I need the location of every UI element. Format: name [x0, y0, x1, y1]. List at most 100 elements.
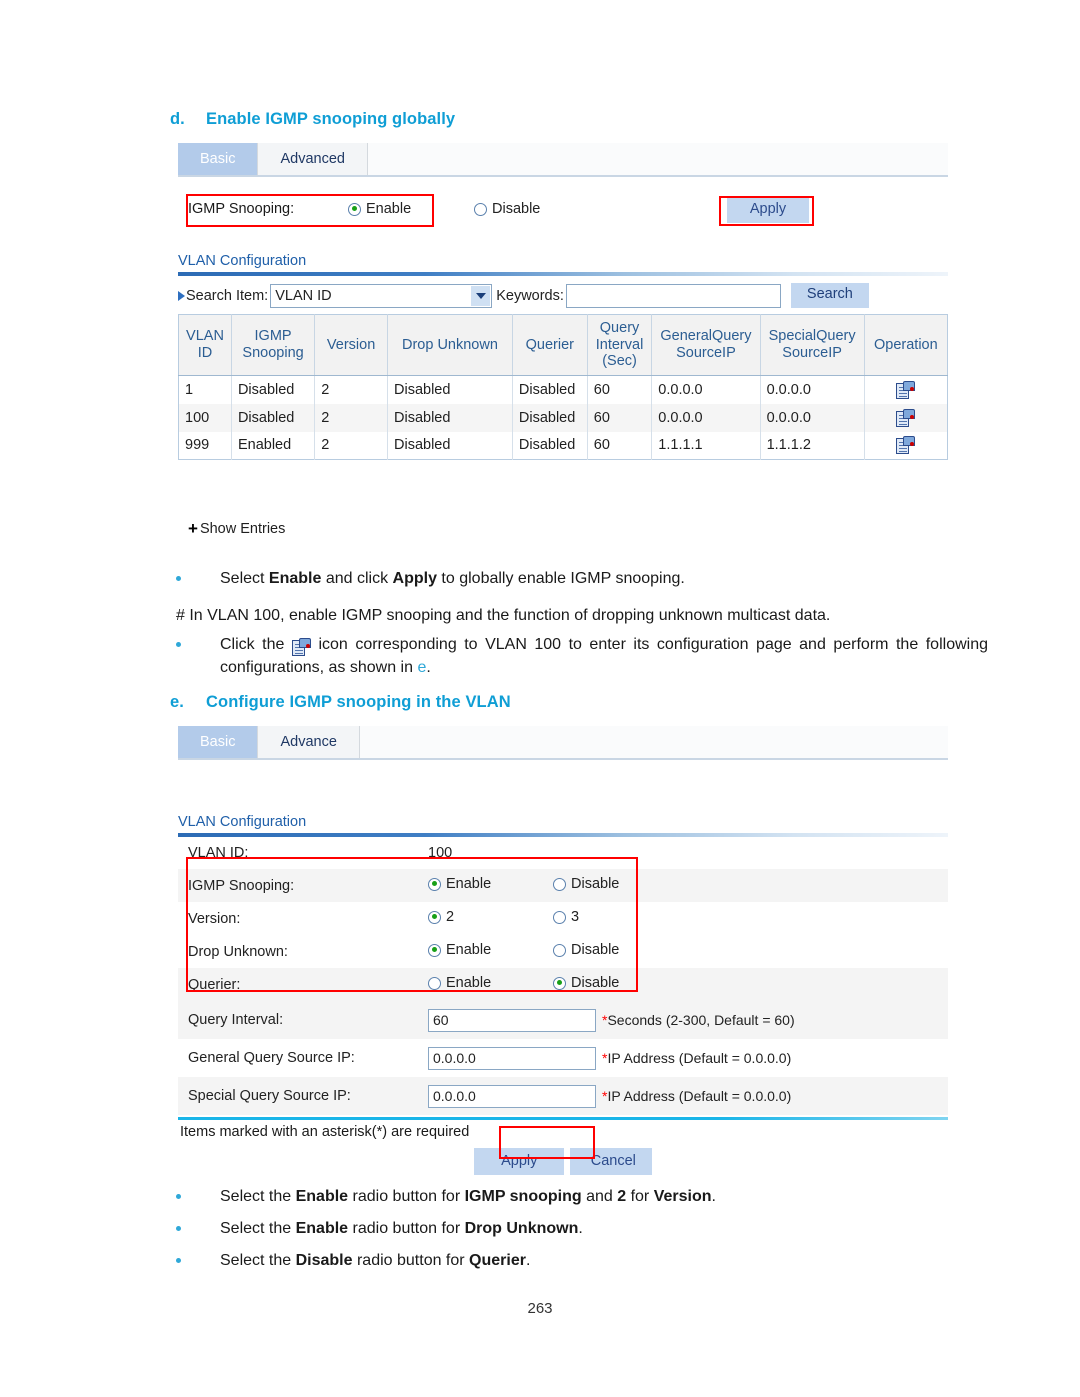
- bullet-text-post: icon corresponding to VLAN 100 to enter …: [220, 636, 988, 676]
- radio-dot-drop-disable: [553, 943, 566, 957]
- paragraph-text: # In VLAN 100, enable IGMP snooping and …: [176, 607, 831, 624]
- radio-group-igmp-snooping-enable[interactable]: Enable: [428, 876, 553, 895]
- bullet-text: Select the Enable radio button for IGMP …: [220, 1188, 716, 1205]
- radio-group-querier-disable[interactable]: Disable: [553, 975, 678, 994]
- bullet-dot: [176, 1226, 181, 1231]
- field-version: Version: 2 3: [178, 902, 948, 935]
- th-operation: Operation: [864, 314, 948, 377]
- bullet-dot: [176, 1258, 181, 1263]
- show-entries-toggle[interactable]: + Show Entries: [188, 520, 285, 537]
- config-icon[interactable]: [896, 436, 916, 455]
- vlan-table-header-row: VLAN ID IGMP Snooping Version Drop Unkno…: [178, 314, 948, 377]
- special-query-source-ip-input[interactable]: 0.0.0.0: [428, 1084, 596, 1108]
- bullet-dot: [176, 642, 181, 647]
- radio-group-igmp-snooping-disable[interactable]: Disable: [553, 876, 678, 895]
- config-icon: [291, 637, 311, 656]
- th-version: Version: [314, 314, 389, 377]
- table-row: 1 Disabled 2 Disabled Disabled 60 0.0.0.…: [178, 375, 948, 404]
- cell-query-interval: 60: [587, 403, 653, 432]
- search-button[interactable]: Search: [790, 283, 869, 308]
- radio-dot-version-2: [428, 910, 441, 924]
- vlan-configuration-section: VLAN Configuration Search Item: VLAN ID …: [178, 253, 948, 461]
- panel1-tabstrip: Basic Advanced: [178, 143, 948, 177]
- radio-label-version-2: 2: [446, 909, 455, 926]
- cell-drop-unknown: Disabled: [387, 431, 513, 460]
- search-item-label: Search Item:: [186, 287, 269, 304]
- field-label-drop-unknown: Drop Unknown:: [188, 943, 288, 960]
- cell-vlan-id: 1: [178, 375, 232, 404]
- cancel-button-vlan[interactable]: Cancel: [569, 1148, 652, 1175]
- cell-vlan-id: 999: [178, 431, 232, 460]
- cell-drop-unknown: Disabled: [387, 375, 513, 404]
- radio-label-igmp-disable: Disable: [571, 876, 620, 893]
- field-label-igmp-snooping: IGMP Snooping:: [188, 877, 295, 894]
- panel2-tabstrip: Basic Advance: [178, 726, 948, 760]
- apply-button-global[interactable]: Apply: [727, 196, 809, 223]
- radio-group-drop-unknown-disable[interactable]: Disable: [553, 942, 678, 961]
- radio-group-querier-enable[interactable]: Enable: [428, 975, 553, 994]
- field-vlan-id: VLAN ID: 100: [178, 837, 948, 869]
- search-item-select[interactable]: VLAN ID: [270, 283, 493, 308]
- keywords-input[interactable]: [565, 283, 781, 308]
- query-interval-hint: *Seconds (2-300, Default = 60): [602, 1012, 795, 1028]
- vlan-igmp-config-panel: Basic Advance VLAN Configuration VLAN ID…: [178, 726, 948, 1175]
- cell-general-query-source-ip: 1.1.1.1: [651, 431, 761, 460]
- th-special-query-source-ip: SpecialQuery SourceIP: [760, 314, 865, 377]
- bullet-select-enable-igmp: Select the Enable radio button for IGMP …: [176, 1186, 976, 1209]
- paragraph-vlan100-note: # In VLAN 100, enable IGMP snooping and …: [176, 605, 986, 628]
- cell-general-query-source-ip: 0.0.0.0: [651, 375, 761, 404]
- radio-dot-querier-disable: [553, 976, 566, 990]
- tabstrip-filler-2: [359, 726, 948, 758]
- plus-icon: +: [188, 519, 198, 538]
- config-icon[interactable]: [896, 408, 916, 427]
- radio-group-version-3[interactable]: 3: [553, 909, 678, 928]
- tab-advanced[interactable]: Advanced: [258, 143, 368, 175]
- field-general-query-source-ip: General Query Source IP: 0.0.0.0 *IP Add…: [178, 1039, 948, 1077]
- field-label-querier: Querier:: [188, 976, 241, 993]
- radio-label-drop-disable: Disable: [571, 942, 620, 959]
- cell-querier: Disabled: [512, 431, 588, 460]
- tab-advance-2[interactable]: Advance: [258, 726, 360, 758]
- cell-version: 2: [314, 375, 389, 404]
- bullet-text: Select the Disable radio button for Quer…: [220, 1252, 531, 1269]
- general-query-source-ip-input[interactable]: 0.0.0.0: [428, 1046, 596, 1070]
- th-query-interval: Query Interval (Sec): [587, 314, 653, 377]
- field-igmp-snooping: IGMP Snooping: Enable Disable: [178, 869, 948, 902]
- chevron-down-icon[interactable]: [471, 285, 491, 306]
- igmp-global-panel: Basic Advanced IGMP Snooping: Enable Dis…: [178, 143, 948, 495]
- cell-special-query-source-ip: 0.0.0.0: [760, 375, 865, 404]
- igmp-global-disable-radio[interactable]: Disable: [474, 201, 540, 217]
- search-item-selected-value: VLAN ID: [275, 287, 332, 304]
- cell-vlan-id: 100: [178, 403, 232, 432]
- radio-group-drop-unknown-enable[interactable]: Enable: [428, 942, 553, 961]
- tab-basic-2[interactable]: Basic: [178, 726, 259, 758]
- radio-group-version-2[interactable]: 2: [428, 909, 553, 928]
- radio-dot-version-3: [553, 910, 566, 924]
- bullet-text: Select Enable and click Apply to globall…: [220, 570, 685, 587]
- show-entries-label: Show Entries: [199, 520, 286, 537]
- vlan-table-body: 1 Disabled 2 Disabled Disabled 60 0.0.0.…: [178, 375, 948, 460]
- radio-dot-disable: [474, 202, 487, 216]
- tabstrip-filler: [367, 143, 948, 175]
- apply-button-vlan[interactable]: Apply: [474, 1148, 565, 1175]
- igmp-global-enable-radio[interactable]: Enable: [348, 201, 411, 217]
- query-interval-hint-text: Seconds (2-300, Default = 60): [607, 1012, 795, 1028]
- radio-label-version-3: 3: [571, 909, 580, 926]
- radio-label-querier-enable: Enable: [446, 975, 492, 992]
- th-querier: Querier: [512, 314, 588, 377]
- field-drop-unknown: Drop Unknown: Enable Disable: [178, 935, 948, 968]
- radio-dot-enable: [348, 202, 361, 216]
- cell-operation: [864, 432, 947, 460]
- special-query-ip-hint: *IP Address (Default = 0.0.0.0): [602, 1088, 792, 1104]
- tab-basic[interactable]: Basic: [178, 143, 259, 175]
- field-query-interval: Query Interval: 60 *Seconds (2-300, Defa…: [178, 1001, 948, 1039]
- section-d-title: Enable IGMP snooping globally: [206, 110, 456, 128]
- field-querier: Querier: Enable Disable: [178, 968, 948, 1001]
- document-page: d. Enable IGMP snooping globally Basic Ad…: [0, 0, 1080, 1397]
- search-row: Search Item: VLAN ID Keywords: Search: [178, 283, 948, 308]
- radio-label-drop-enable: Enable: [446, 942, 492, 959]
- config-icon[interactable]: [896, 380, 916, 399]
- th-general-query-source-ip: GeneralQuery SourceIP: [651, 314, 761, 377]
- query-interval-input[interactable]: 60: [428, 1008, 596, 1032]
- cell-igmp-snooping: Disabled: [231, 403, 316, 432]
